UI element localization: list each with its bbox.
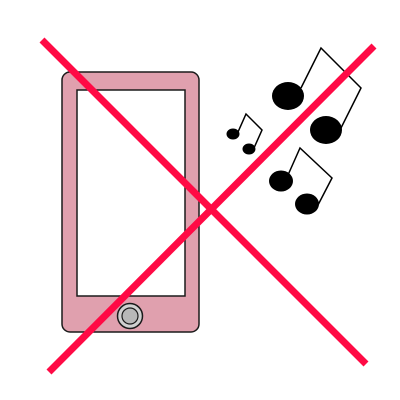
medium-beamed-note-icon [269, 146, 333, 215]
small-note-head-2 [242, 143, 256, 155]
phone-screen [76, 89, 186, 297]
no-music-phone-illustration [0, 0, 400, 400]
large-note-head-2 [310, 116, 342, 144]
small-note-head-1 [226, 128, 240, 140]
illustration-svg [39, 37, 377, 375]
home-button-inner [121, 307, 139, 325]
small-beamed-note-icon [226, 112, 263, 155]
medium-note-head-1 [269, 170, 293, 192]
large-note-head-1 [272, 82, 304, 110]
medium-note-head-2 [295, 193, 319, 215]
large-beamed-note-icon [272, 46, 362, 144]
small-note-stems-beam [237, 112, 263, 149]
